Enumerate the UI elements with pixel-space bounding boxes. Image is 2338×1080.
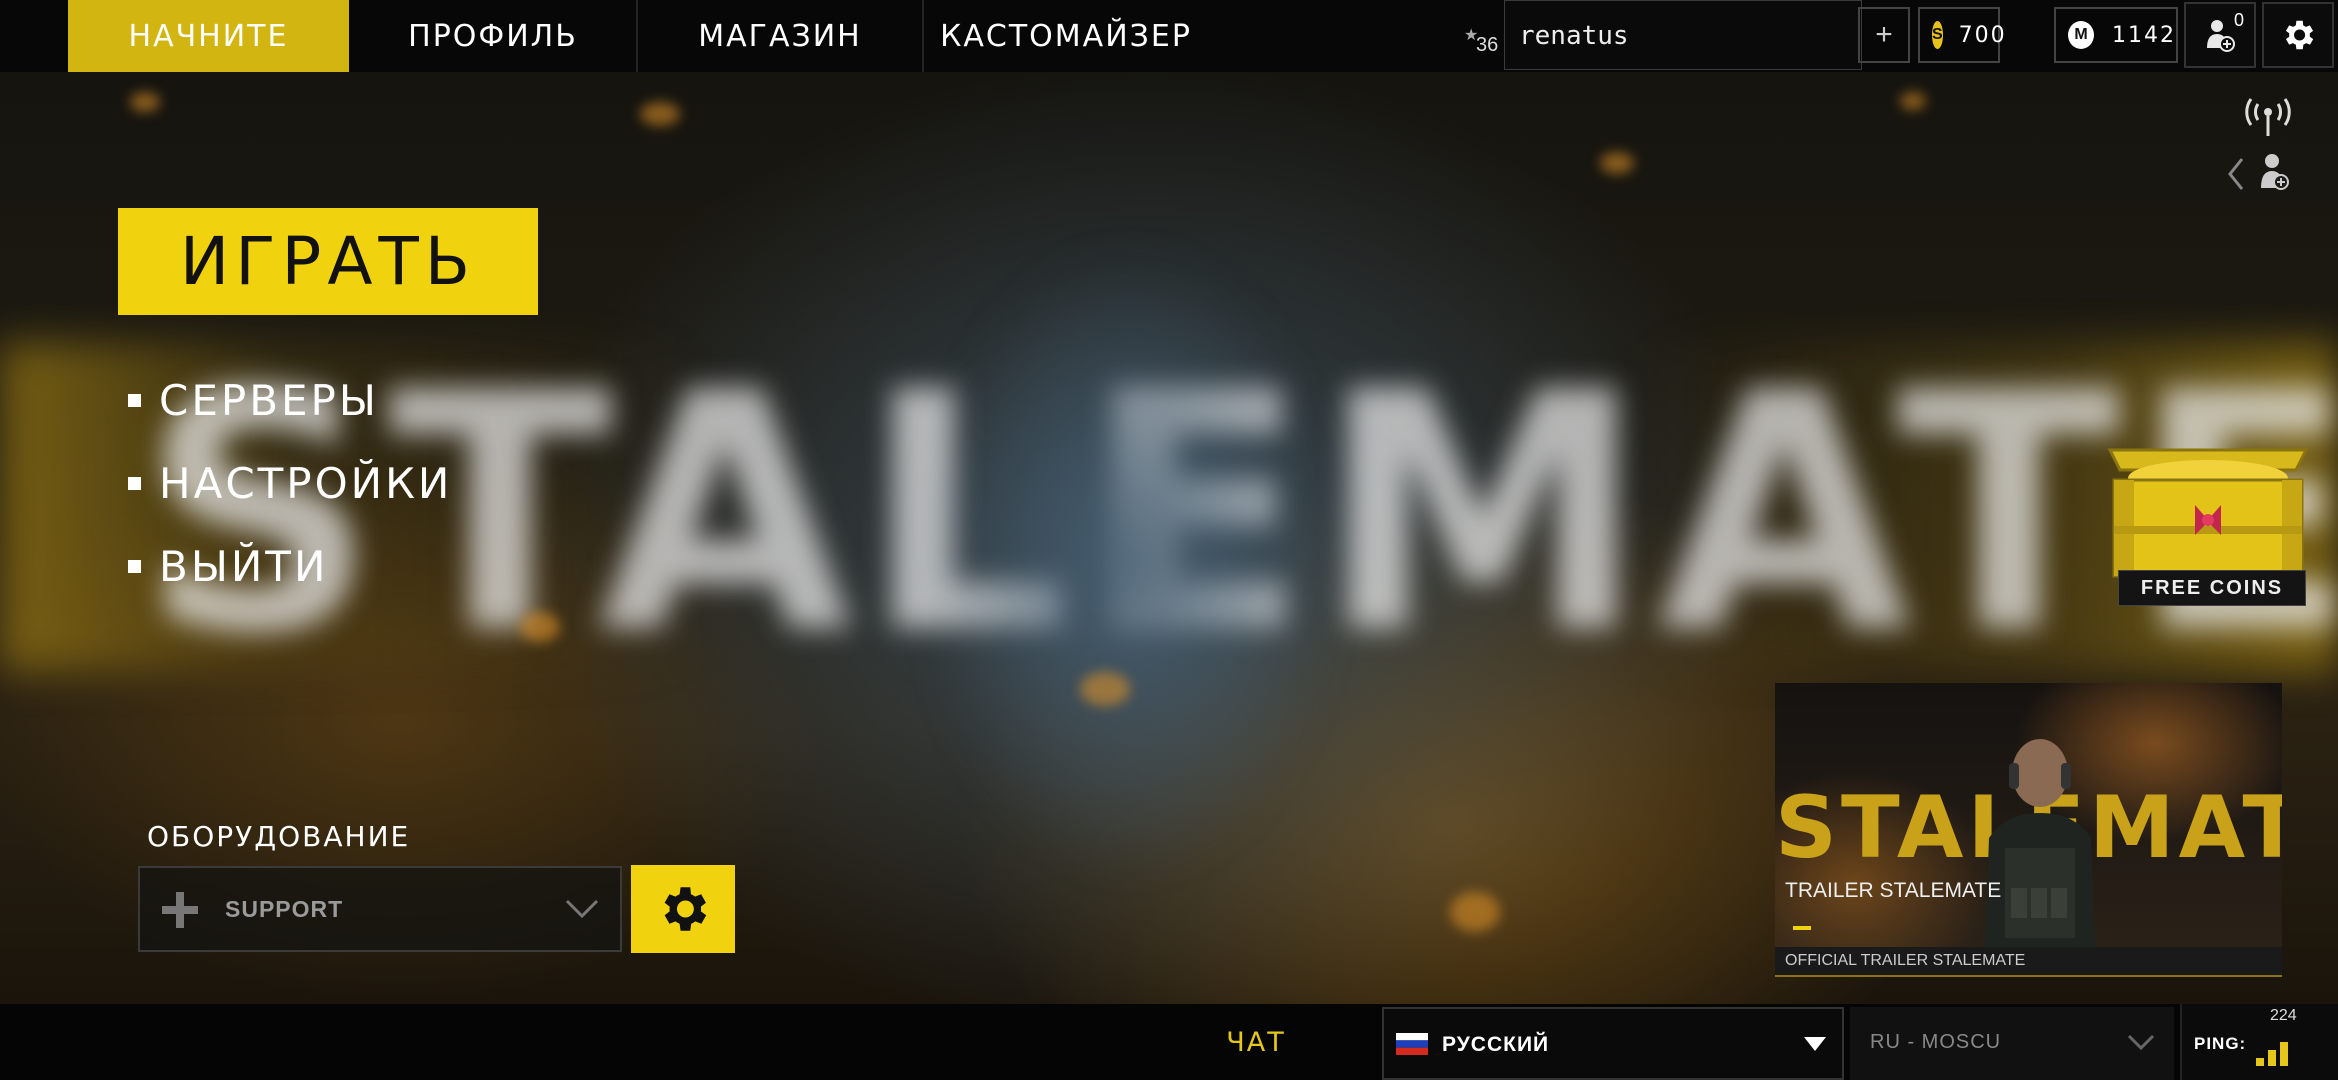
language-label: РУССКИЙ	[1442, 1033, 1550, 1056]
trailer-progress-indicator	[1793, 926, 1811, 930]
signal-icon	[2242, 96, 2294, 143]
bullet	[128, 560, 141, 573]
ember	[1600, 152, 1634, 174]
ping-indicator: PING: 224	[2180, 1004, 2338, 1080]
username-text: renatus	[1519, 21, 1629, 51]
server-select[interactable]: RU - MOSCU	[1850, 1007, 2174, 1080]
add-friend-icon	[2207, 20, 2235, 52]
equipment-title: ОБОРУДОВАНИЕ	[147, 820, 411, 853]
language-select[interactable]: РУССКИЙ	[1382, 1007, 1844, 1080]
dropdown-arrow-icon	[1804, 1037, 1826, 1051]
signal-bars-icon	[2256, 1042, 2288, 1066]
invite-friend-icon[interactable]	[2260, 152, 2290, 197]
menu-item-label: ВЫЙТИ	[159, 542, 329, 591]
trailer-title: TRAILER STALEMATE	[1785, 879, 2002, 902]
tab-customizer[interactable]: КАСТОМАЙЗЕР	[926, 0, 1206, 72]
coin-icon: S	[1932, 21, 1943, 49]
menu-item-settings[interactable]: НАСТРОЙКИ	[128, 459, 452, 508]
ember	[640, 102, 680, 126]
collapse-chevron-icon[interactable]	[2226, 156, 2246, 197]
coins-balance[interactable]: S 700	[1918, 7, 2005, 63]
bullet	[128, 394, 141, 407]
trailer-thumbnail: STALEMATE TRAILER STALEMATE	[1775, 683, 2282, 947]
equipment-select[interactable]: SUPPORT	[138, 866, 622, 952]
money-value: 1142	[2112, 22, 2176, 48]
settings-button[interactable]	[2262, 2, 2334, 68]
equipment-selected-label: SUPPORT	[225, 896, 344, 922]
ember	[1900, 92, 1926, 110]
gear-icon	[664, 887, 707, 931]
trailer-caption: OFFICIAL TRAILER STALEMATE	[1775, 947, 2282, 977]
tab-start[interactable]: НАЧНИТЕ	[68, 0, 349, 72]
plus-icon	[162, 892, 198, 928]
coins-value: 700	[1958, 22, 2007, 48]
level-number: 36	[1476, 34, 1499, 56]
russia-flag-icon	[1396, 1033, 1428, 1055]
menu-item-exit[interactable]: ВЫЙТИ	[128, 542, 328, 591]
server-label: RU - MOSCU	[1870, 1031, 2002, 1053]
tab-shop[interactable]: МАГАЗИН	[640, 0, 920, 72]
treasure-chest-icon	[2107, 448, 2309, 578]
play-button[interactable]: ИГРАТЬ	[118, 208, 538, 315]
tab-divider	[922, 0, 924, 72]
menu-item-label: НАСТРОЙКИ	[159, 459, 453, 508]
ember	[520, 612, 560, 642]
tab-divider	[636, 0, 638, 72]
equipment-settings-button[interactable]	[631, 865, 735, 953]
money-icon: M	[2068, 21, 2094, 49]
friends-button[interactable]: 0	[2184, 2, 2256, 68]
chevron-down-icon	[2127, 1034, 2155, 1051]
soldier-image	[1985, 739, 2095, 947]
ping-value: 224	[2270, 1007, 2297, 1024]
add-currency-button[interactable]: +	[1858, 7, 1910, 63]
ember	[1450, 892, 1500, 932]
background-figure	[820, 112, 1440, 1004]
ember	[130, 92, 160, 112]
menu-item-label: СЕРВЕРЫ	[159, 376, 379, 425]
friend-requests-count: 0	[2233, 10, 2244, 30]
username-field[interactable]: renatus	[1504, 0, 1862, 70]
money-balance[interactable]: M 1142	[2054, 7, 2178, 63]
chat-button[interactable]: ЧАТ	[1132, 1004, 1380, 1080]
ember	[1080, 672, 1130, 706]
chevron-down-icon	[565, 899, 599, 919]
trailer-card[interactable]: STALEMATE TRAILER STALEMATE OFFICIAL TRA…	[1775, 683, 2282, 977]
menu-item-servers[interactable]: СЕРВЕРЫ	[128, 376, 379, 425]
ping-label: PING:	[2194, 1034, 2247, 1053]
tab-profile[interactable]: ПРОФИЛЬ	[353, 0, 633, 72]
free-coins-label[interactable]: FREE COINS	[2118, 570, 2306, 606]
bullet	[128, 477, 141, 490]
gear-icon	[2285, 20, 2314, 50]
